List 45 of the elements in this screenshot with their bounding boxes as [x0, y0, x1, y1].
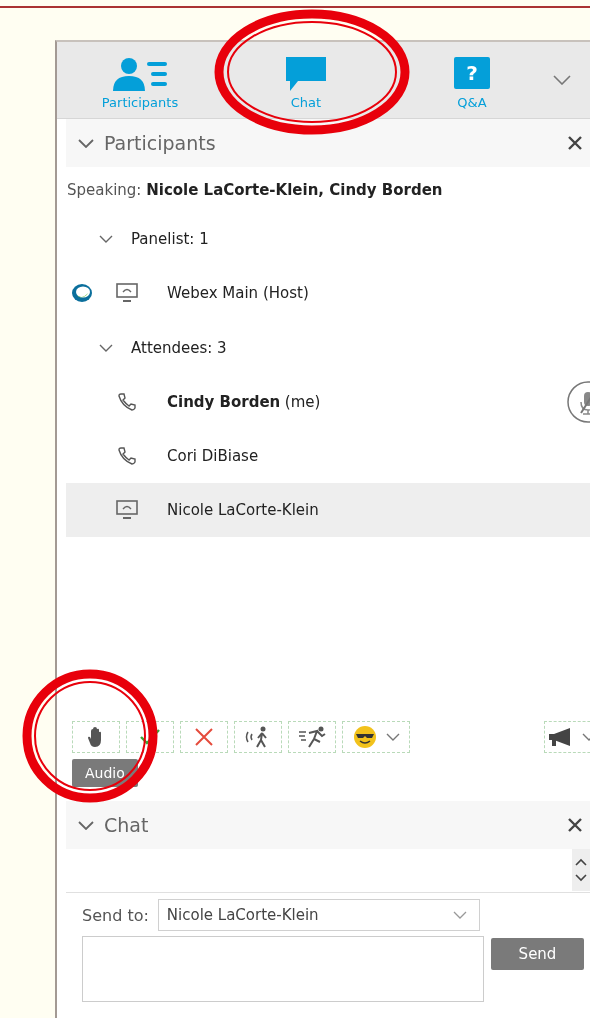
- message-input[interactable]: [82, 936, 484, 1002]
- send-to-label: Send to:: [82, 905, 149, 925]
- chevron-down-icon: [386, 733, 400, 741]
- question-icon: ?: [454, 56, 490, 91]
- phone-icon: [116, 392, 138, 412]
- close-icon[interactable]: [568, 136, 582, 150]
- check-icon: [139, 728, 161, 746]
- participant-name: Webex Main (Host): [167, 284, 310, 302]
- participant-name: Cindy Borden (me): [167, 393, 322, 411]
- chevron-down-icon: [78, 820, 94, 830]
- chevron-down-icon[interactable]: [553, 75, 571, 85]
- close-icon[interactable]: [568, 818, 582, 832]
- phone-icon: [116, 446, 138, 466]
- sunglasses-emoji-icon: [352, 725, 378, 749]
- cross-icon: [194, 727, 214, 747]
- go-faster-button[interactable]: [288, 721, 336, 753]
- megaphone-dropdown-button[interactable]: [544, 721, 590, 753]
- speaking-names: Nicole LaCorte-Klein, Cindy Borden: [146, 181, 443, 199]
- participant-row[interactable]: Cori DiBiase: [66, 429, 590, 483]
- people-list-icon: [111, 56, 169, 91]
- participant-name: Nicole LaCorte-Klein: [167, 501, 320, 519]
- step-away-button[interactable]: [234, 721, 282, 753]
- send-button[interactable]: Send: [491, 938, 584, 970]
- recipient-dropdown[interactable]: Nicole LaCorte-Klein: [157, 899, 480, 931]
- participant-row[interactable]: Nicole LaCorte-Klein: [66, 483, 590, 537]
- speaking-label: Speaking:: [67, 181, 142, 199]
- chevron-down-icon: [78, 138, 94, 148]
- participant-name: Cori DiBiase: [167, 447, 260, 465]
- section-header[interactable]: Participants: [66, 119, 590, 167]
- no-button[interactable]: [180, 721, 228, 753]
- participant-row[interactable]: Cindy Borden (me): [66, 375, 590, 429]
- group-header[interactable]: Attendees: 3: [66, 320, 590, 375]
- participant-row[interactable]: Webex Main (Host): [66, 266, 590, 320]
- scroll-arrows[interactable]: [572, 849, 590, 891]
- chevron-down-icon: [452, 911, 467, 919]
- monitor-icon: [116, 283, 138, 303]
- section-header[interactable]: Chat: [66, 801, 590, 849]
- section-title: Chat: [104, 814, 150, 836]
- monitor-icon: [116, 500, 138, 520]
- raise-hand-button[interactable]: [72, 721, 120, 753]
- section-title: Participants: [104, 132, 217, 154]
- chat-bubble-icon: [286, 56, 326, 91]
- group-header[interactable]: Panelist: 1: [66, 211, 590, 266]
- running-person-icon: [297, 726, 327, 748]
- emoji-dropdown-button[interactable]: [342, 721, 410, 753]
